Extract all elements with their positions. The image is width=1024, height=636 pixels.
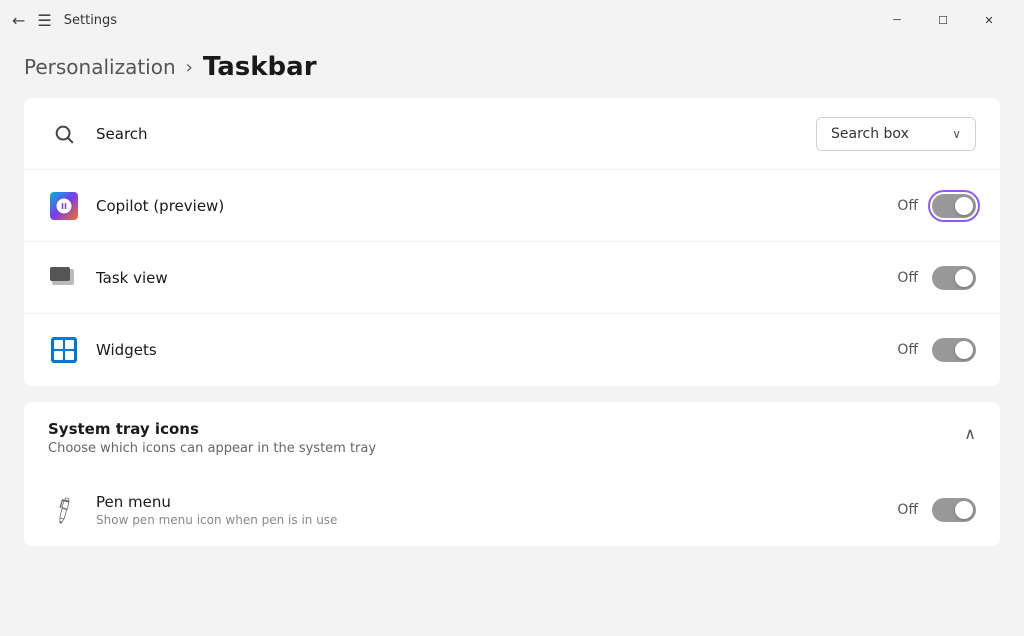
minimize-button[interactable]: ─ <box>874 4 920 36</box>
widgets-row: Widgets Off <box>24 314 1000 386</box>
breadcrumb-current: Taskbar <box>203 52 317 82</box>
pen-label-container: Pen menu Show pen menu icon when pen is … <box>96 493 897 527</box>
pen-menu-sublabel: Show pen menu icon when pen is in use <box>96 513 897 527</box>
search-row: Search Search box ∨ <box>24 98 1000 170</box>
widgets-label: Widgets <box>96 341 897 359</box>
taskview-label: Task view <box>96 269 897 287</box>
widgets-toggle-label: Off <box>897 342 918 358</box>
copilot-label: Copilot (preview) <box>96 197 897 215</box>
pen-menu-row: 🖊 Pen menu Show pen menu icon when pen i… <box>24 474 1000 546</box>
system-tray-title: System tray icons <box>48 420 964 438</box>
widgets-icon <box>48 334 80 366</box>
toggle-knob <box>955 501 973 519</box>
main-content: Search Search box ∨ Copil <box>0 98 1024 636</box>
pen-toggle-label: Off <box>897 502 918 518</box>
taskview-control: Off <box>897 266 976 290</box>
pen-menu-label: Pen menu <box>96 493 897 511</box>
toggle-knob <box>955 269 973 287</box>
title-bar-left: ← ☰ Settings <box>12 11 874 30</box>
system-tray-header[interactable]: System tray icons Choose which icons can… <box>24 402 1000 474</box>
search-control: Search box ∨ <box>816 117 976 151</box>
taskview-toggle-label: Off <box>897 270 918 286</box>
system-tray-header-text: System tray icons Choose which icons can… <box>48 420 964 456</box>
toggle-knob <box>955 197 973 215</box>
maximize-button[interactable]: ☐ <box>920 4 966 36</box>
title-bar: ← ☰ Settings ─ ☐ ✕ <box>0 0 1024 40</box>
copilot-control: Off <box>897 194 976 218</box>
copilot-toggle-label: Off <box>897 198 918 214</box>
taskview-toggle[interactable] <box>932 266 976 290</box>
pen-menu-toggle[interactable] <box>932 498 976 522</box>
copilot-toggle[interactable] <box>932 194 976 218</box>
pen-icon-graphic: 🖊 <box>46 492 82 528</box>
close-button[interactable]: ✕ <box>966 4 1012 36</box>
copilot-row: Copilot (preview) Off <box>24 170 1000 242</box>
breadcrumb-separator: › <box>186 57 193 78</box>
copilot-icon <box>48 190 80 222</box>
breadcrumb-parent[interactable]: Personalization <box>24 55 176 79</box>
breadcrumb: Personalization › Taskbar <box>0 40 1024 98</box>
widgets-toggle[interactable] <box>932 338 976 362</box>
collapse-icon: ∧ <box>964 424 976 443</box>
window-controls: ─ ☐ ✕ <box>874 4 1012 36</box>
toggle-knob <box>955 341 973 359</box>
search-dropdown-value: Search box <box>831 126 909 142</box>
chevron-down-icon: ∨ <box>952 127 961 141</box>
widgets-icon-graphic <box>51 337 77 363</box>
search-label: Search <box>96 125 816 143</box>
taskview-row: Task view Off <box>24 242 1000 314</box>
back-button[interactable]: ← <box>12 11 25 30</box>
search-icon <box>48 118 80 150</box>
search-dropdown[interactable]: Search box ∨ <box>816 117 976 151</box>
taskview-icon <box>48 262 80 294</box>
hamburger-menu-button[interactable]: ☰ <box>37 11 51 30</box>
copilot-icon-graphic <box>50 192 78 220</box>
taskbar-items-card: Search Search box ∨ Copil <box>24 98 1000 386</box>
app-title: Settings <box>64 13 117 28</box>
system-tray-subtitle: Choose which icons can appear in the sys… <box>48 441 964 456</box>
pen-icon: 🖊 <box>48 494 80 526</box>
system-tray-card: System tray icons Choose which icons can… <box>24 402 1000 546</box>
widgets-control: Off <box>897 338 976 362</box>
pen-control: Off <box>897 498 976 522</box>
settings-window: ← ☰ Settings ─ ☐ ✕ Personalization › Tas… <box>0 0 1024 636</box>
